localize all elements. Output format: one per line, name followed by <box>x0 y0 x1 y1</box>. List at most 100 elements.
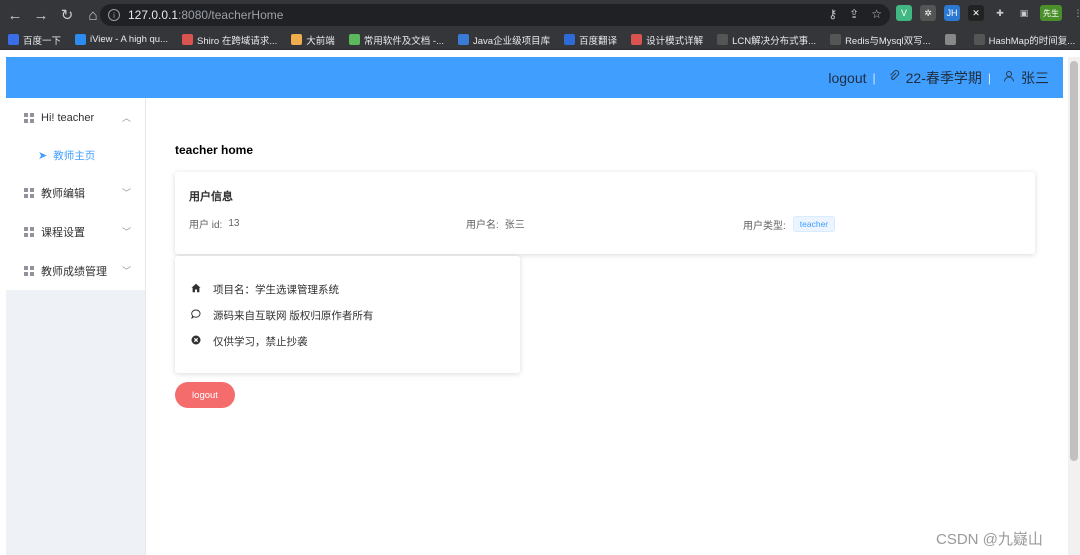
jh-extension-icon[interactable]: JH <box>944 5 960 21</box>
sidebar-item-teacher-edit[interactable]: 教师编辑 ﹀ <box>6 173 145 212</box>
key-icon[interactable]: ⚷ <box>828 7 837 21</box>
user-id-value: 13 <box>228 218 240 229</box>
user-info-title: 用户信息 <box>189 191 233 203</box>
info-line-source: 源码来自互联网 版权归原作者所有 <box>189 308 373 323</box>
main-content: teacher home 用户信息 用户 id: 13 用户名: 张三 用户类型… <box>147 98 1063 555</box>
user-icon <box>1003 70 1015 85</box>
site-info-icon[interactable]: i <box>108 9 120 21</box>
bookmark-favicon-icon <box>631 34 643 45</box>
chevron-up-icon: ︿ <box>121 113 131 123</box>
address-bar[interactable]: i 127.0.0.1:8080/teacherHome ⚷ ⇪ ☆ <box>100 4 890 26</box>
chat-bubble-icon <box>189 309 203 322</box>
bookmark-item[interactable]: 设计模式详解 <box>631 33 703 47</box>
bookmark-item[interactable]: Shiro 在跨域请求... <box>182 33 277 47</box>
bookmark-favicon-icon <box>8 34 19 45</box>
watermark: CSDN @九嶷山 <box>936 531 1043 548</box>
bookmark-item[interactable]: LCN解决分布式事... <box>717 33 816 47</box>
bookmark-item[interactable]: 百度翻译 <box>564 33 617 47</box>
vue-devtools-icon[interactable]: V <box>896 5 912 21</box>
extensions-puzzle-icon[interactable]: ✚ <box>992 5 1008 21</box>
semester-label[interactable]: 22-春季学期 <box>906 68 982 88</box>
app-header: logout | 22-春季学期 | 张三 <box>6 57 1063 98</box>
bookmark-label: HashMap的时间复... <box>988 35 1076 47</box>
info-line-warning: 仅供学习，禁止抄袭 <box>189 334 308 349</box>
bookmark-item[interactable] <box>944 34 960 45</box>
username-field-label: 用户名: <box>466 220 499 231</box>
sidebar-subitem-label: 教师主页 <box>53 149 96 162</box>
scrollbar-thumb[interactable] <box>1070 61 1078 461</box>
bookmark-label: 设计模式详解 <box>646 35 704 47</box>
url-host: 127.0.0.1 <box>128 8 179 22</box>
forward-arrow-icon[interactable]: → <box>30 4 52 26</box>
menu-grid-icon <box>24 187 34 198</box>
bookmark-favicon-icon <box>973 34 985 45</box>
bookmark-label: LCN解决分布式事... <box>732 35 817 47</box>
gear-extension-icon[interactable]: ✲ <box>920 5 936 21</box>
x-extension-icon[interactable]: ✕ <box>968 5 984 21</box>
user-type-tag: teacher <box>792 216 836 232</box>
bookmark-favicon-icon <box>830 34 842 45</box>
bookmark-favicon-icon <box>564 34 576 45</box>
username-field: 用户名: 张三 <box>466 216 525 231</box>
bookmark-favicon-icon <box>291 34 303 45</box>
back-arrow-icon[interactable]: ← <box>4 4 26 26</box>
chevron-down-icon: ﹀ <box>121 266 131 276</box>
info-line-text: 源码来自互联网 版权归原作者所有 <box>213 310 374 322</box>
url-path: :8080/teacherHome <box>178 8 284 22</box>
sidebar: Hi! teacher ︿ ➤ 教师主页 教师编辑 ﹀ 课程设置 ﹀ 教师成绩管… <box>6 98 146 555</box>
bookmark-item[interactable]: HashMap的时间复... <box>973 33 1076 47</box>
bookmark-label: Shiro 在跨域请求... <box>197 35 278 47</box>
bookmark-item[interactable]: 百度一下 <box>8 33 61 47</box>
page-scrollbar[interactable] <box>1068 57 1080 555</box>
menu-grid-icon <box>24 265 34 276</box>
share-icon[interactable]: ⇪ <box>849 7 859 21</box>
chevron-down-icon: ﹀ <box>121 188 131 198</box>
sidebar-item-label: 教师成绩管理 <box>41 265 107 278</box>
sidebar-subitem-teacher-home[interactable]: ➤ 教师主页 <box>6 137 145 173</box>
bookmark-item[interactable]: Redis与Mysql双写... <box>830 33 931 47</box>
circle-close-icon <box>189 335 203 348</box>
sidepanel-icon[interactable]: ▣ <box>1016 5 1032 21</box>
reload-icon[interactable]: ↻ <box>56 4 78 26</box>
info-line-project: 项目名：学生选课管理系统 <box>189 282 339 297</box>
chevron-down-icon: ﹀ <box>121 227 131 237</box>
sidebar-item-label: 教师编辑 <box>41 187 85 200</box>
project-info-card: 项目名：学生选课管理系统 源码来自互联网 版权归原作者所有 仅供学习，禁止抄袭 <box>175 256 520 373</box>
bookmark-label: 大前端 <box>306 35 335 47</box>
sidebar-item-course-settings[interactable]: 课程设置 ﹀ <box>6 212 145 251</box>
bookmark-label: Redis与Mysql双写... <box>845 35 931 47</box>
page-title: teacher home <box>175 143 254 157</box>
bookmark-favicon-icon <box>75 34 87 45</box>
header-separator-2: | <box>987 70 991 85</box>
home-icon <box>189 283 203 296</box>
bookmark-item[interactable]: 常用软件及文档 -... <box>348 33 444 47</box>
star-icon[interactable]: ☆ <box>871 7 882 21</box>
sidebar-item-hi-teacher[interactable]: Hi! teacher ︿ <box>6 98 145 137</box>
bookmark-item[interactable]: Java企业级项目库 <box>458 33 550 47</box>
browser-toolbar: ← → ↻ ⌂ i 127.0.0.1:8080/teacherHome ⚷ ⇪… <box>0 0 1080 30</box>
paper-plane-icon: ➤ <box>38 149 48 162</box>
sidebar-menu: Hi! teacher ︿ ➤ 教师主页 教师编辑 ﹀ 课程设置 ﹀ 教师成绩管… <box>6 98 145 290</box>
bookmark-item[interactable]: 大前端 <box>291 33 335 47</box>
bookmark-label: 百度一下 <box>23 35 62 47</box>
user-id-label: 用户 id: <box>189 220 223 231</box>
sidebar-item-label: Hi! teacher <box>41 111 95 124</box>
user-info-card: 用户信息 用户 id: 13 用户名: 张三 用户类型: teacher <box>175 172 1035 254</box>
profile-avatar[interactable]: 先生 <box>1040 5 1062 21</box>
info-line-text: 项目名：学生选课管理系统 <box>213 284 339 296</box>
bookmark-favicon-icon <box>182 34 194 45</box>
bookmark-label: Java企业级项目库 <box>473 35 551 47</box>
logout-button[interactable]: logout <box>175 382 235 408</box>
user-id-field: 用户 id: 13 <box>189 216 239 231</box>
bookmark-favicon-icon <box>717 34 729 45</box>
bookmark-favicon-icon <box>944 34 956 45</box>
header-logout-link[interactable]: logout <box>828 70 866 86</box>
bookmark-favicon-icon <box>458 34 470 45</box>
sidebar-item-grade-management[interactable]: 教师成绩管理 ﹀ <box>6 251 145 290</box>
bookmark-item[interactable]: iView - A high qu... <box>75 34 168 45</box>
bookmark-favicon-icon <box>348 34 360 45</box>
browser-menu-icon[interactable]: ⋮ <box>1070 5 1080 21</box>
username-label[interactable]: 张三 <box>1021 68 1049 88</box>
sidebar-item-label: 课程设置 <box>41 226 85 239</box>
username-field-value: 张三 <box>504 220 525 231</box>
